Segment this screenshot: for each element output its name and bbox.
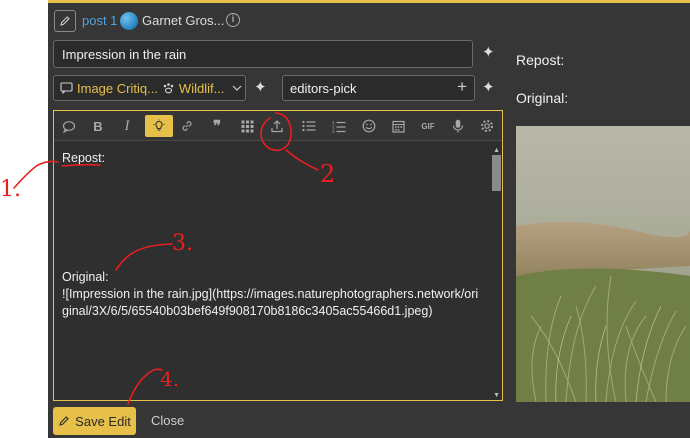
editor-scrollbar[interactable] <box>491 155 501 399</box>
scrollbar-thumb[interactable] <box>492 155 501 191</box>
category-label: Image Critiq... <box>77 80 158 96</box>
quote-icon[interactable]: ❞ <box>208 117 226 135</box>
editor-textarea[interactable]: Repost: Original: ![Impression in the rain… <box>54 142 490 400</box>
tag-value: editors-pick <box>290 81 357 96</box>
italic-icon[interactable]: I <box>118 117 136 135</box>
save-edit-label: Save Edit <box>75 413 131 429</box>
chevron-down-icon <box>232 85 242 91</box>
link-icon[interactable] <box>178 117 196 135</box>
numbered-list-icon[interactable]: 123 <box>330 117 348 135</box>
paw-icon <box>163 83 174 94</box>
repost-line: Repost: <box>62 151 106 165</box>
subcategory-label: Wildlif... <box>178 80 225 96</box>
sparkle-title-icon[interactable]: ✦ <box>482 45 495 60</box>
bold-icon[interactable]: B <box>89 117 107 135</box>
editor-toolbar: B I ❞ 123 GIF <box>54 111 502 141</box>
sparkle-category-icon[interactable]: ✦ <box>254 80 267 95</box>
scroll-up-icon[interactable]: ▲ <box>493 147 500 154</box>
avatar <box>120 12 138 30</box>
lightbulb-icon[interactable] <box>145 115 173 137</box>
calendar-icon[interactable] <box>389 117 407 135</box>
tag-input[interactable]: editors-pick + <box>282 75 475 101</box>
edit-pencil-icon[interactable] <box>54 10 76 32</box>
preview-original-label: Original: <box>516 90 569 106</box>
annotation-number-1: 1. <box>0 177 21 202</box>
preview-image <box>516 126 690 402</box>
save-edit-button[interactable]: Save Edit <box>53 407 136 435</box>
svg-text:3: 3 <box>332 129 335 133</box>
preview-repost-label: Repost: <box>516 52 565 68</box>
markdown-image-line: ![Impression in the rain.jpg](https://im… <box>62 287 479 318</box>
info-icon[interactable]: i <box>226 13 240 27</box>
post-link[interactable]: post 1 <box>82 13 117 28</box>
author-name[interactable]: Garnet Gros... <box>142 13 224 28</box>
scroll-down-icon[interactable]: ▼ <box>493 392 500 399</box>
plus-icon[interactable]: + <box>457 77 467 97</box>
editor: B I ❞ 123 GIF Repost: Original: ![Impres… <box>53 110 503 401</box>
emoji-icon[interactable] <box>360 117 378 135</box>
bullet-list-icon[interactable] <box>300 117 318 135</box>
sparkle-tags-icon[interactable]: ✦ <box>482 80 495 95</box>
pencil-icon <box>59 416 69 426</box>
screenshot-stage: post 1 Garnet Gros... i Impression in th… <box>0 0 690 438</box>
category-select[interactable]: Image Critiq... Wildlif... <box>53 75 246 101</box>
speech-bubble-icon[interactable] <box>60 117 78 135</box>
microphone-icon[interactable] <box>449 117 467 135</box>
close-button[interactable]: Close <box>151 413 184 428</box>
upload-icon[interactable] <box>268 117 286 135</box>
gif-icon[interactable]: GIF <box>419 117 437 135</box>
chat-icon <box>60 82 73 94</box>
gear-icon[interactable] <box>478 117 496 135</box>
title-input[interactable]: Impression in the rain <box>53 40 473 68</box>
grid-icon[interactable] <box>238 117 256 135</box>
original-line: Original: <box>62 270 109 284</box>
